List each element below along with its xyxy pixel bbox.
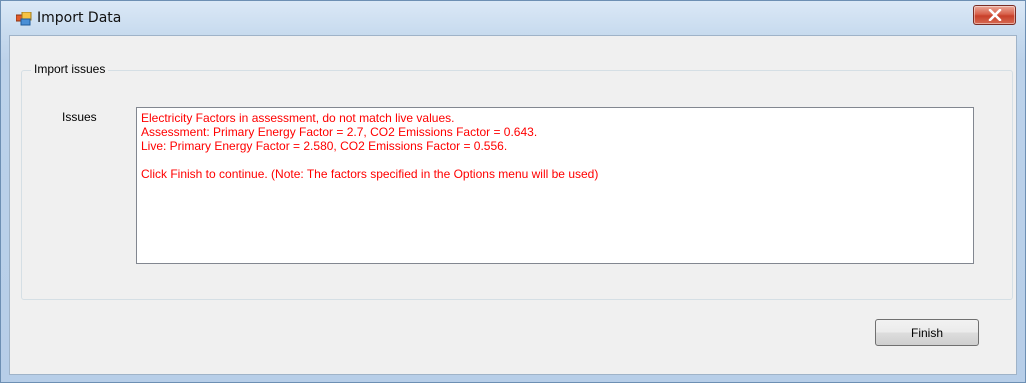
issues-label: Issues	[62, 110, 97, 124]
close-button[interactable]	[973, 5, 1016, 25]
title-bar[interactable]: Import Data	[1, 1, 1025, 35]
issue-line	[141, 153, 969, 167]
finish-button[interactable]: Finish	[875, 319, 979, 346]
issue-line: Electricity Factors in assessment, do no…	[141, 111, 455, 125]
dialog-client-area: Import issues Issues Electricity Factors…	[9, 35, 1017, 375]
application-icon	[15, 11, 32, 26]
groupbox-label: Import issues	[31, 62, 109, 76]
issue-line: Assessment: Primary Energy Factor = 2.7,…	[141, 125, 538, 139]
issue-line: Click Finish to continue. (Note: The fac…	[141, 167, 599, 181]
import-data-window: Import Data Import issues Issues Electri…	[0, 0, 1026, 383]
issue-line: Live: Primary Energy Factor = 2.580, CO2…	[141, 139, 508, 153]
close-icon	[988, 9, 1002, 21]
issues-textbox[interactable]: Electricity Factors in assessment, do no…	[136, 107, 974, 264]
window-title: Import Data	[37, 10, 122, 26]
